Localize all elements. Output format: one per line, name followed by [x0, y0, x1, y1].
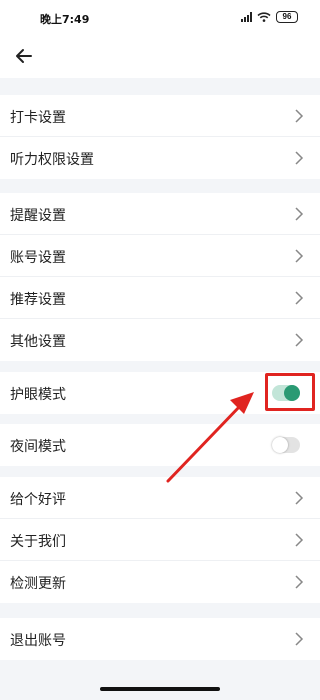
settings-item-label: 检测更新 [10, 576, 66, 592]
settings-group-1: 打卡设置 听力权限设置 [0, 95, 320, 179]
night-mode-label: 夜间模式 [10, 439, 66, 455]
settings-item-check-update[interactable]: 检测更新 [0, 561, 320, 603]
settings-item-label: 听力权限设置 [10, 152, 94, 168]
eye-mode-label: 护眼模式 [10, 387, 66, 403]
chevron-right-icon [295, 491, 304, 505]
settings-item-other[interactable]: 其他设置 [0, 319, 320, 361]
settings-item-clock-in[interactable]: 打卡设置 [0, 95, 320, 137]
settings-item-label: 关于我们 [10, 534, 66, 550]
settings-item-label: 其他设置 [10, 334, 66, 350]
settings-group-3: 给个好评 关于我们 检测更新 [0, 477, 320, 603]
chevron-right-icon [295, 249, 304, 263]
toggle-knob [272, 437, 288, 453]
settings-item-listening-permission[interactable]: 听力权限设置 [0, 137, 320, 179]
settings-item-about-us[interactable]: 关于我们 [0, 519, 320, 561]
chevron-right-icon [295, 207, 304, 221]
settings-item-rate-us[interactable]: 给个好评 [0, 477, 320, 519]
chevron-right-icon [295, 109, 304, 123]
back-arrow-icon[interactable] [12, 44, 36, 68]
settings-item-night-mode: 夜间模式 [0, 424, 320, 466]
settings-item-label: 账号设置 [10, 250, 66, 266]
settings-item-reminder[interactable]: 提醒设置 [0, 193, 320, 235]
chevron-right-icon [295, 151, 304, 165]
settings-group-night-mode: 夜间模式 [0, 424, 320, 466]
status-time: 晚上7:49 [40, 13, 90, 26]
chevron-right-icon [295, 632, 304, 646]
settings-item-label: 推荐设置 [10, 292, 66, 308]
wifi-icon [257, 12, 271, 22]
settings-item-label: 给个好评 [10, 492, 66, 508]
logout-button[interactable]: 退出账号 [0, 618, 320, 660]
settings-item-label: 打卡设置 [10, 110, 66, 126]
chevron-right-icon [295, 533, 304, 547]
annotation-highlight-box [265, 373, 315, 411]
chevron-right-icon [295, 333, 304, 347]
chevron-right-icon [295, 291, 304, 305]
night-mode-toggle[interactable] [272, 437, 300, 453]
battery-icon: 96 [276, 11, 298, 23]
status-bar: 晚上7:49 96 [0, 0, 320, 36]
logout-label: 退出账号 [10, 633, 66, 649]
chevron-right-icon [295, 575, 304, 589]
settings-item-label: 提醒设置 [10, 208, 66, 224]
signal-icon [241, 12, 252, 22]
page-header [0, 36, 320, 78]
settings-group-2: 提醒设置 账号设置 推荐设置 其他设置 [0, 193, 320, 361]
settings-group-logout: 退出账号 [0, 618, 320, 660]
settings-item-account[interactable]: 账号设置 [0, 235, 320, 277]
status-icons: 96 [241, 11, 298, 23]
home-indicator [100, 687, 220, 691]
settings-item-recommendation[interactable]: 推荐设置 [0, 277, 320, 319]
